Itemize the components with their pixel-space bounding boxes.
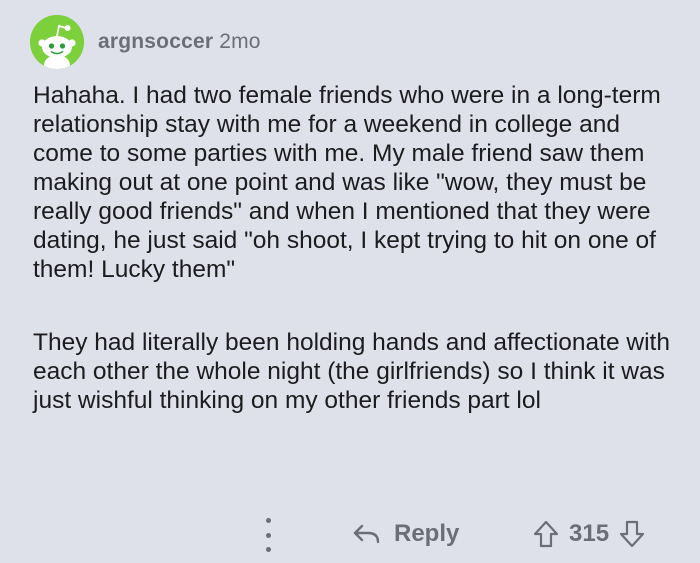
more-options-dot <box>265 532 271 538</box>
more-options-icon <box>265 518 271 523</box>
upvote-arrow-icon[interactable] <box>533 520 559 548</box>
username[interactable]: argnsoccer <box>98 30 213 53</box>
snoo-avatar-icon <box>30 15 84 69</box>
user-avatar[interactable] <box>30 15 84 69</box>
vote-controls: 315 <box>533 516 645 552</box>
vote-count: 315 <box>569 520 610 547</box>
more-options-dot <box>265 547 271 552</box>
comment-paragraph-2: They had literally been holding hands an… <box>33 329 670 414</box>
downvote-arrow-icon[interactable] <box>619 520 645 548</box>
more-options-button[interactable] <box>258 518 278 552</box>
comment-header: argnsoccer 2mo <box>30 14 261 70</box>
reply-label: Reply <box>394 520 460 547</box>
comment-age: 2mo <box>219 30 261 53</box>
reply-arrow-icon <box>353 524 380 544</box>
comment-meta: argnsoccer 2mo <box>98 30 261 54</box>
comment: argnsoccer 2mo Hahaha. I had two female f… <box>0 0 700 563</box>
comment-actions: Reply 315 <box>0 514 700 554</box>
comment-body: Hahaha. I had two female friends who wer… <box>33 81 673 415</box>
comment-paragraph-1: Hahaha. I had two female friends who wer… <box>33 82 661 283</box>
reply-button[interactable]: Reply <box>352 516 459 552</box>
